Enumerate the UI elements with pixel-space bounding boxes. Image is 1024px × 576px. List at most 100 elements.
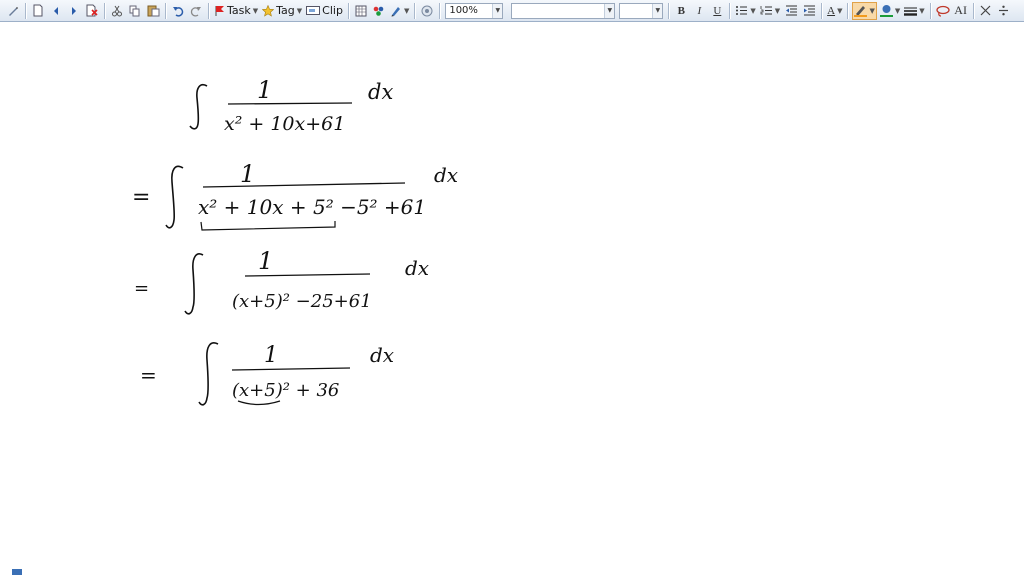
color-palette-icon[interactable] [371, 2, 387, 20]
equation-line-1: 1 x² + 10x+61 dx [189, 76, 393, 135]
grid-icon[interactable] [353, 2, 369, 20]
toolbar-separator [821, 2, 823, 19]
toolbar-separator [104, 2, 105, 19]
cut-icon[interactable] [109, 2, 125, 20]
chevron-down-icon: ▼ [492, 3, 503, 18]
toolbar-separator [668, 2, 670, 19]
line4-equals: = [140, 363, 157, 387]
toolbar-separator [439, 2, 441, 19]
line3-equals: = [134, 278, 149, 299]
toolbar-separator [414, 2, 416, 19]
outdent-icon[interactable] [783, 2, 799, 20]
zoom-select[interactable]: 100% ▼ [445, 2, 504, 19]
font-size-select[interactable]: ▼ [619, 2, 664, 19]
line1-numerator: 1 [257, 76, 272, 104]
prev-page-icon[interactable] [48, 2, 64, 20]
ink-canvas[interactable]: 1 x² + 10x+61 dx = 1 x² + 10x + 5² −5² +… [0, 22, 1024, 576]
chevron-down-icon: ▼ [894, 6, 901, 15]
toolbar-separator [847, 2, 849, 19]
integral-sign [184, 253, 204, 315]
line-style-button[interactable]: ▼ [903, 2, 925, 20]
line2-denominator: x² + 10x + 5² −5² +61 [198, 195, 426, 219]
equation-line-3: = 1 (x+5)² −25+61 dx [134, 247, 429, 315]
line1-denominator: x² + 10x+61 [224, 113, 345, 135]
chevron-down-icon: ▼ [750, 6, 756, 15]
undo-icon[interactable] [170, 2, 186, 20]
next-page-icon[interactable] [66, 2, 82, 20]
chevron-down-icon: ▼ [919, 6, 925, 15]
line3-numerator: 1 [258, 247, 273, 275]
fraction-bar [227, 102, 353, 105]
fraction-bar [231, 367, 351, 371]
chevron-down-icon: ▼ [296, 6, 303, 15]
clip-button[interactable]: Clip [305, 2, 344, 20]
delete-page-icon[interactable] [84, 2, 100, 20]
lasso-icon[interactable] [935, 2, 951, 20]
camera-icon[interactable] [419, 2, 435, 20]
font-color-button[interactable]: A ▼ [826, 2, 843, 20]
clip-label: Clip [322, 4, 343, 17]
tag-button[interactable]: Tag ▼ [261, 2, 303, 20]
integral-sign [189, 83, 208, 130]
line2-equals: = [132, 185, 150, 210]
line4-denominator: (x+5)² + 36 [232, 380, 339, 401]
tag-label: Tag [276, 4, 295, 17]
numbered-list-icon[interactable]: ▼ [759, 2, 781, 20]
divide-icon[interactable] [996, 2, 1012, 20]
line2-dx: dx [434, 163, 458, 187]
pen-icon[interactable] [5, 2, 21, 20]
bullet-list-icon[interactable]: ▼ [734, 2, 756, 20]
grouping-bracket [200, 221, 336, 231]
line3-denominator: (x+5)² −25+61 [232, 291, 372, 312]
chevron-down-icon: ▼ [604, 3, 615, 18]
chevron-down-icon: ▼ [252, 6, 259, 15]
integral-sign [198, 342, 219, 406]
indent-icon[interactable] [801, 2, 817, 20]
line4-numerator: 1 [264, 343, 278, 368]
task-label: Task [227, 4, 251, 17]
toolbar-separator [347, 2, 349, 19]
star-icon [262, 4, 275, 17]
line1-dx: dx [368, 80, 393, 104]
flag-icon [215, 5, 224, 16]
close-icon[interactable] [978, 2, 994, 20]
paste-icon[interactable] [145, 2, 161, 20]
highlighter-button[interactable]: ▼ [852, 1, 877, 20]
zoom-value: 100% [449, 5, 478, 16]
chevron-down-icon: ▼ [652, 3, 663, 18]
toolbar-separator [729, 2, 731, 19]
integral-sign [165, 165, 184, 229]
fill-color-icon [879, 5, 893, 17]
line3-dx: dx [405, 256, 429, 280]
chevron-down-icon: ▼ [774, 6, 781, 15]
grouping-underline [237, 400, 281, 406]
new-page-icon[interactable] [30, 2, 46, 20]
task-button[interactable]: Task ▼ [213, 2, 259, 20]
main-toolbar: Task ▼ Tag ▼ Clip ▼ 100% ▼ ▼ ▼ B I U ▼ ▼… [0, 0, 1024, 22]
pen-tool-icon[interactable]: ▼ [389, 2, 410, 20]
line2-numerator: 1 [240, 160, 255, 188]
fraction-bar [202, 182, 406, 188]
font-name-select[interactable]: ▼ [511, 2, 616, 19]
toolbar-separator [25, 2, 26, 19]
underline-button[interactable]: U [709, 2, 725, 20]
redo-icon[interactable] [188, 2, 204, 20]
font-size-button[interactable]: AI [953, 2, 969, 20]
chevron-down-icon: ▼ [869, 6, 875, 15]
copy-icon[interactable] [127, 2, 143, 20]
toolbar-separator [165, 2, 166, 19]
toolbar-separator [929, 2, 931, 19]
chevron-down-icon: ▼ [403, 6, 410, 15]
clip-icon [306, 6, 321, 15]
highlighter-icon [854, 6, 868, 17]
fill-color-button[interactable]: ▼ [879, 2, 901, 20]
toolbar-separator [208, 2, 209, 19]
chevron-down-icon: ▼ [837, 6, 843, 15]
line-style-icon [904, 7, 918, 16]
handwriting-layer: 1 x² + 10x+61 dx = 1 x² + 10x + 5² −5² +… [132, 76, 458, 406]
equation-line-2: = 1 x² + 10x + 5² −5² +61 dx [132, 160, 458, 231]
italic-button[interactable]: I [691, 2, 707, 20]
page-corner-marker [12, 569, 22, 575]
bold-button[interactable]: B [673, 2, 689, 20]
font-color-icon: A [827, 4, 836, 17]
